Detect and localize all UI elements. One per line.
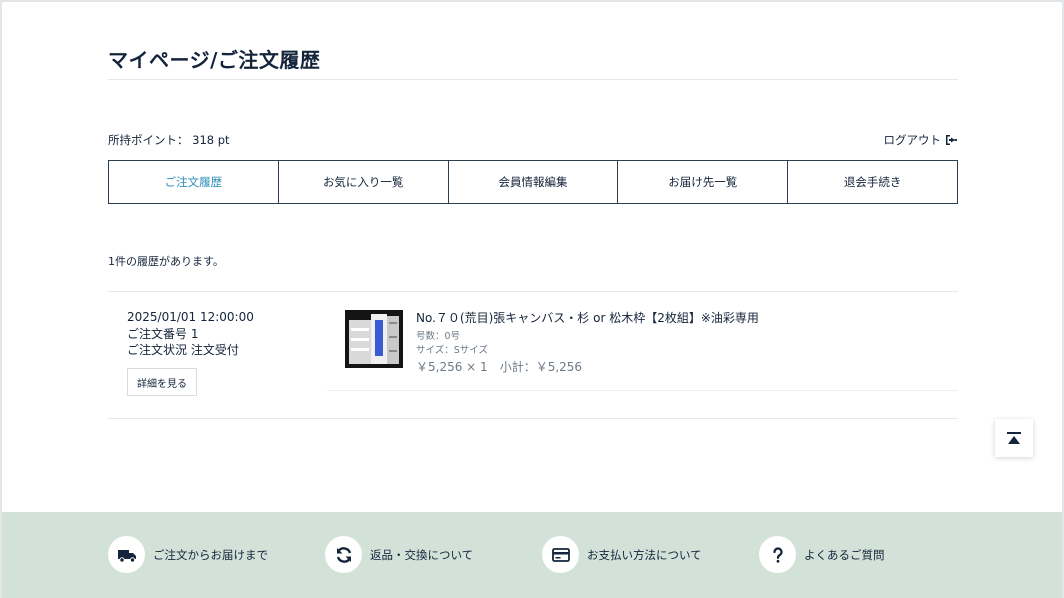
points-balance: 所持ポイント： 318 pt <box>108 133 230 147</box>
canvas-product-image <box>345 310 403 368</box>
order-detail-button[interactable]: 詳細を見る <box>127 368 197 396</box>
scroll-to-top-button[interactable] <box>995 419 1033 457</box>
order-number: ご注文番号 1 <box>127 326 199 341</box>
product-subtotal: 小計：￥5,256 <box>499 360 583 374</box>
product-price-line: ￥5,256 × 1 小計：￥5,256 <box>416 358 582 375</box>
product-thumbnail[interactable] <box>345 310 403 368</box>
refresh-icon <box>325 536 362 573</box>
tab-delivery-addresses[interactable]: お届け先一覧 <box>618 161 789 203</box>
product-price: ￥5,256 × 1 <box>416 360 488 374</box>
truck-icon <box>108 536 145 573</box>
footer-link-delivery[interactable]: ご注文からお届けまで <box>108 536 268 573</box>
arrow-up-to-top-icon <box>1007 431 1021 444</box>
product-size: サイズ：Sサイズ <box>416 345 488 356</box>
footer-link-label: よくあるご質問 <box>804 547 885 562</box>
tab-member-info[interactable]: 会員情報編集 <box>449 161 619 203</box>
order-summary: 2025/01/01 12:00:00 ご注文番号 1 ご注文状況 注文受付 <box>127 309 254 359</box>
item-divider <box>327 390 958 391</box>
order-divider-bottom <box>108 418 958 419</box>
footer-link-faq[interactable]: よくあるご質問 <box>759 536 885 573</box>
order-item: No.７０(荒目)張キャンバス・杉 or 松木枠【2枚組】※油彩専用 号数：0号… <box>327 307 958 391</box>
footer-link-returns[interactable]: 返品・交換について <box>325 536 473 573</box>
question-icon <box>759 536 796 573</box>
tab-order-history[interactable]: ご注文履歴 <box>109 161 279 203</box>
credit-card-icon <box>542 536 579 573</box>
tab-withdrawal[interactable]: 退会手続き <box>788 161 957 203</box>
order-datetime: 2025/01/01 12:00:00 <box>127 310 254 324</box>
title-divider <box>108 79 958 80</box>
history-count: 1件の履歴があります。 <box>108 255 224 268</box>
order-status: ご注文状況 注文受付 <box>127 343 239 357</box>
footer-link-label: お支払い方法について <box>587 547 702 562</box>
footer-link-label: 返品・交換について <box>370 547 474 562</box>
product-size-number: 号数：0号 <box>416 331 461 342</box>
page-title: マイページ/ご注文履歴 <box>108 48 321 72</box>
tab-favorites[interactable]: お気に入り一覧 <box>279 161 449 203</box>
logout-label: ログアウト <box>883 133 942 147</box>
footer-link-label: ご注文からお届けまで <box>153 547 268 562</box>
logout-link[interactable]: ログアウト <box>884 132 959 148</box>
order-divider-top <box>108 291 958 292</box>
footer-guide: ご注文からお届けまで 返品・交換について お支払い方法について よくあるご質問 <box>2 512 1062 598</box>
footer-link-payment[interactable]: お支払い方法について <box>542 536 702 573</box>
logout-icon <box>946 135 957 145</box>
mypage-tabs: ご注文履歴 お気に入り一覧 会員情報編集 お届け先一覧 退会手続き <box>108 160 958 204</box>
product-name-link[interactable]: No.７０(荒目)張キャンバス・杉 or 松木枠【2枚組】※油彩専用 <box>416 309 759 326</box>
